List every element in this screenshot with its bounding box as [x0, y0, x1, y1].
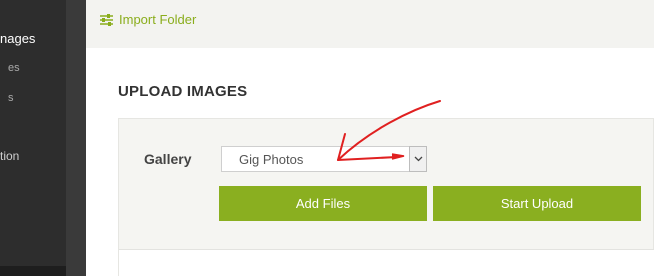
file-list-area: [119, 250, 654, 277]
gallery-select[interactable]: Gig Photos: [221, 146, 427, 172]
sidebar-item-images[interactable]: nages: [0, 31, 35, 46]
upload-panel: Gallery Gig Photos Add Files Start Uploa…: [118, 118, 654, 277]
sidebar-footer: [0, 266, 66, 276]
main-content: Import Folder UPLOAD IMAGES Gallery Gig …: [86, 0, 654, 277]
sliders-icon: [100, 13, 113, 26]
sidebar-item-2[interactable]: es: [8, 62, 20, 74]
top-toolbar: Import Folder: [86, 0, 654, 48]
sidebar-item-4[interactable]: tion: [0, 149, 19, 163]
chevron-down-icon[interactable]: [409, 146, 427, 172]
sidebar-item-3[interactable]: s: [8, 92, 14, 104]
sidebar-edge: [66, 0, 86, 276]
gallery-selected-value: Gig Photos: [239, 152, 304, 167]
page-title: UPLOAD IMAGES: [118, 83, 248, 100]
gallery-label: Gallery: [144, 151, 192, 167]
import-folder-link[interactable]: Import Folder: [100, 12, 196, 27]
sidebar: nages es s tion: [0, 0, 66, 276]
import-folder-label: Import Folder: [119, 12, 197, 27]
start-upload-button[interactable]: Start Upload: [433, 186, 641, 221]
add-files-button[interactable]: Add Files: [219, 186, 427, 221]
